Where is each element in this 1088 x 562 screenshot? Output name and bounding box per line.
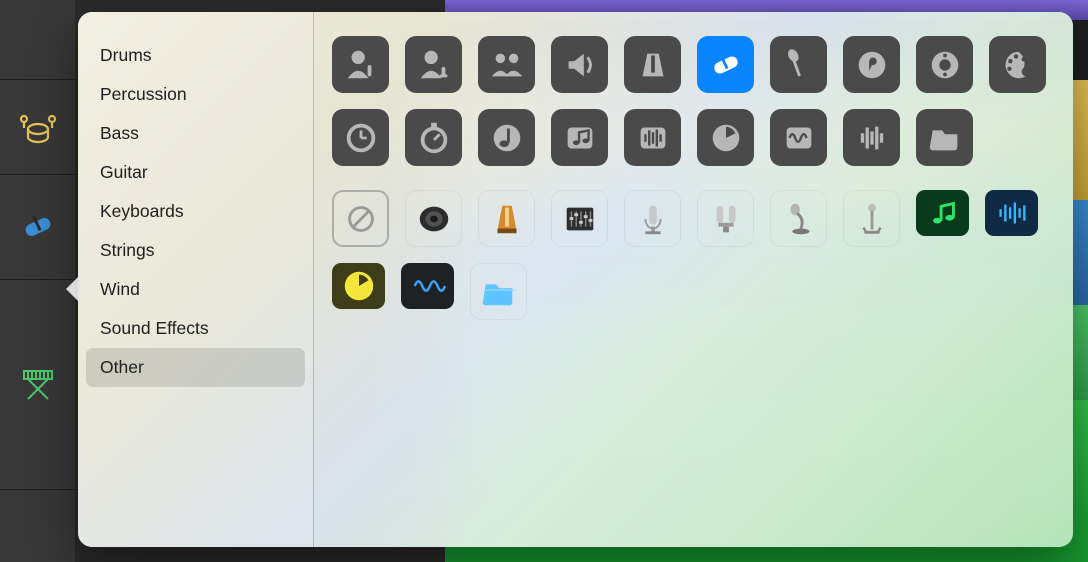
icon-capsule[interactable] (697, 36, 754, 93)
sidebar-item-sound-effects[interactable]: Sound Effects (86, 309, 305, 348)
icon-clock[interactable] (332, 109, 389, 166)
icon-condenser-mic[interactable] (624, 190, 681, 247)
sidebar-item-keyboards[interactable]: Keyboards (86, 192, 305, 231)
icon-stopwatch[interactable] (405, 109, 462, 166)
icon-speaker-realistic[interactable] (405, 190, 462, 247)
sidebar-item-wind[interactable]: Wind (86, 270, 305, 309)
drums-icon (18, 107, 58, 147)
icon-clock-yellow[interactable] (332, 263, 385, 309)
icon-metronome-realistic[interactable] (478, 190, 535, 247)
icon-mixer[interactable] (551, 190, 608, 247)
icon-disabled[interactable] (332, 190, 389, 247)
icon-waveform-blue[interactable] (985, 190, 1038, 236)
category-sidebar: Drums Percussion Bass Guitar Keyboards S… (78, 12, 314, 547)
icon-row (332, 190, 1055, 247)
icon-mic-stand-tall[interactable] (843, 190, 900, 247)
icon-wave-square[interactable] (770, 109, 827, 166)
sidebar-item-percussion[interactable]: Percussion (86, 75, 305, 114)
track-header-strip (0, 0, 75, 562)
icon-folder[interactable] (916, 109, 973, 166)
track-slot-capsule[interactable] (0, 175, 75, 280)
icon-music-note-green[interactable] (916, 190, 969, 236)
popover-pointer (66, 275, 80, 303)
icon-group[interactable] (478, 36, 535, 93)
icon-bars[interactable] (843, 109, 900, 166)
sidebar-item-drums[interactable]: Drums (86, 36, 305, 75)
icon-picker-popover: Drums Percussion Bass Guitar Keyboards S… (78, 12, 1073, 547)
sidebar-item-strings[interactable]: Strings (86, 231, 305, 270)
track-slot-drums[interactable] (0, 80, 75, 175)
icon-speaker[interactable] (551, 36, 608, 93)
sidebar-item-bass[interactable]: Bass (86, 114, 305, 153)
icon-music-note-box[interactable] (551, 109, 608, 166)
icon-metronome[interactable] (624, 36, 681, 93)
icon-row (332, 263, 1055, 320)
icon-folder-blue[interactable] (470, 263, 527, 320)
icon-desk-mic[interactable] (770, 190, 827, 247)
icon-row (332, 36, 1055, 93)
icon-mic-stand[interactable] (770, 36, 827, 93)
icon-timer[interactable] (697, 109, 754, 166)
track-slot[interactable] (0, 0, 75, 80)
sidebar-item-guitar[interactable]: Guitar (86, 153, 305, 192)
icon-grid-area (314, 12, 1073, 547)
icon-wave-dark[interactable] (401, 263, 454, 309)
icon-person-mic-alt[interactable] (405, 36, 462, 93)
icon-person-mic[interactable] (332, 36, 389, 93)
icon-midi-plug[interactable] (916, 36, 973, 93)
icon-palette[interactable] (989, 36, 1046, 93)
icon-music-disc[interactable] (843, 36, 900, 93)
icon-waveform-box[interactable] (624, 109, 681, 166)
icon-note[interactable] (478, 109, 535, 166)
capsule-icon (18, 207, 58, 247)
track-slot-keyboard[interactable] (0, 280, 75, 490)
icon-stereo-mic[interactable] (697, 190, 754, 247)
sidebar-item-other[interactable]: Other (86, 348, 305, 387)
keyboard-stand-icon (18, 365, 58, 405)
icon-row (332, 109, 1055, 166)
